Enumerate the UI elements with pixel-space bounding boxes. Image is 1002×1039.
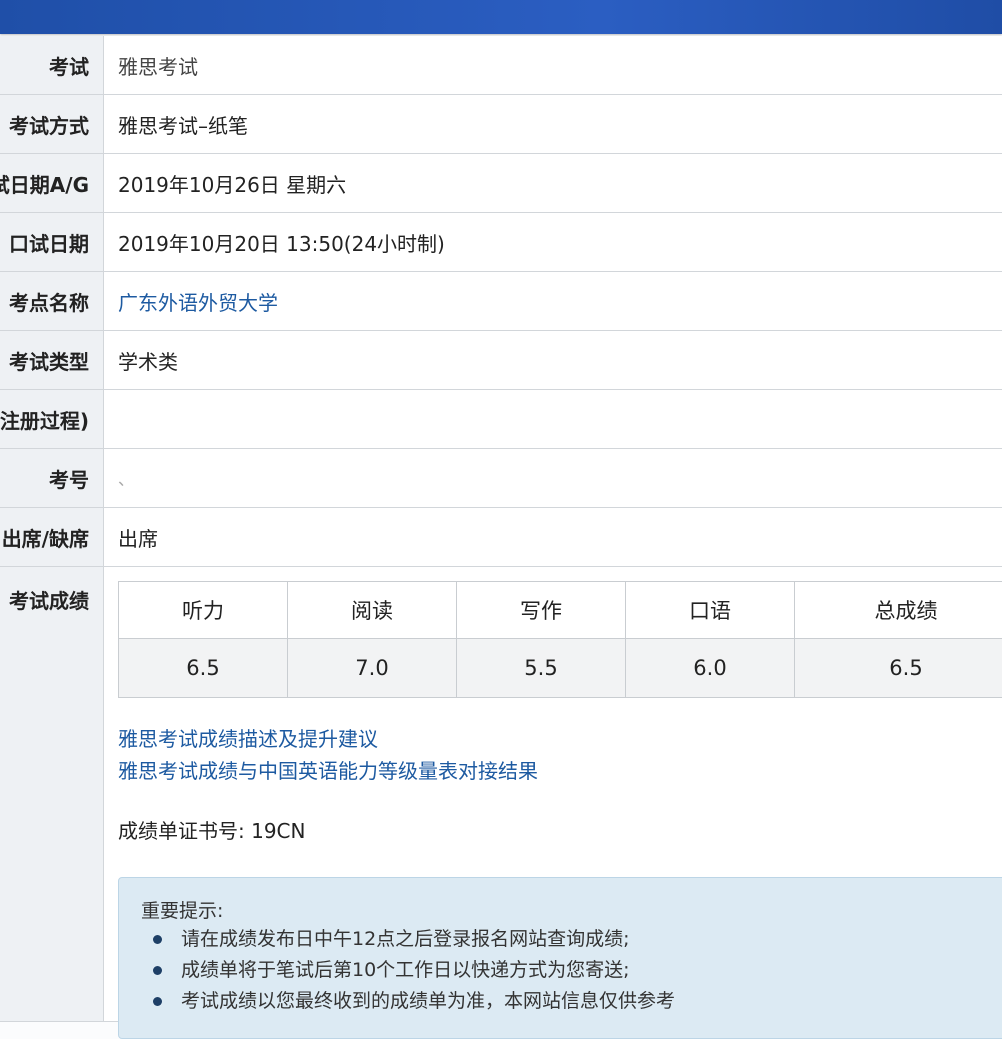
score-header-row: 听力 阅读 写作 口语 总成绩 (119, 582, 1002, 639)
redacted-value (118, 401, 270, 437)
redacted-candidate-number: 、 (118, 466, 134, 490)
notice-title: 重要提示: (141, 896, 223, 923)
score-speaking: 6.0 (626, 639, 795, 698)
score-overall: 6.5 (795, 639, 1002, 698)
important-notice: 重要提示: 请在成绩发布日中午12点之后登录报名网站查询成绩; 成绩单将于笔试后… (118, 877, 1002, 1039)
row-speaking-date: 口试日期 2019年10月20日 13:50(24小时制) (0, 213, 1002, 272)
label-attendance: 出席/缺席 (0, 508, 104, 566)
score-header-speaking: 口语 (626, 582, 795, 639)
row-registration: (注册过程) (0, 390, 1002, 449)
score-reading: 7.0 (288, 639, 457, 698)
row-scores: 考试成绩 听力 阅读 写作 口语 总成绩 6.5 7.0 5.5 6.0 6.5 (0, 567, 1002, 1022)
row-written-date: 笔试日期A/G 2019年10月26日 星期六 (0, 154, 1002, 213)
certificate-number: 成绩单证书号: 19CN (118, 815, 305, 844)
top-header-bar (0, 0, 1002, 34)
row-attendance: 出席/缺席 出席 (0, 508, 1002, 567)
link-cse-alignment[interactable]: 雅思考试成绩与中国英语能力等级量表对接结果 (118, 755, 538, 787)
value-exam-mode: 雅思考试–纸笔 (104, 95, 1002, 153)
score-value-row: 6.5 7.0 5.5 6.0 6.5 (119, 639, 1002, 698)
value-attendance: 出席 (104, 508, 1002, 566)
link-score-description[interactable]: 雅思考试成绩描述及提升建议 (118, 723, 538, 755)
score-header-listening: 听力 (119, 582, 288, 639)
value-candidate-number: 、 (104, 449, 1002, 507)
label-speaking-date: 口试日期 (0, 213, 104, 271)
score-header-reading: 阅读 (288, 582, 457, 639)
score-listening: 6.5 (119, 639, 288, 698)
label-written-date: 笔试日期A/G (0, 154, 104, 212)
row-exam-type: 考试类型 学术类 (0, 331, 1002, 390)
scores-cell: 听力 阅读 写作 口语 总成绩 6.5 7.0 5.5 6.0 6.5 雅思考试… (104, 567, 1002, 1021)
notice-item: 请在成绩发布日中午12点之后登录报名网站查询成绩; (141, 924, 675, 955)
value-speaking-date: 2019年10月20日 13:50(24小时制) (104, 213, 1002, 271)
row-test-center: 考点名称 广东外语外贸大学 (0, 272, 1002, 331)
notice-item: 成绩单将于笔试后第10个工作日以快递方式为您寄送; (141, 955, 675, 986)
label-scores: 考试成绩 (0, 567, 104, 1021)
label-exam: 考试 (0, 36, 104, 94)
label-test-center: 考点名称 (0, 272, 104, 330)
score-writing: 5.5 (457, 639, 626, 698)
row-candidate-number: 考号 、 (0, 449, 1002, 508)
row-exam-mode: 考试方式 雅思考试–纸笔 (0, 95, 1002, 154)
score-header-overall: 总成绩 (795, 582, 1002, 639)
label-exam-mode: 考试方式 (0, 95, 104, 153)
score-links: 雅思考试成绩描述及提升建议 雅思考试成绩与中国英语能力等级量表对接结果 (118, 723, 538, 787)
value-exam-type: 学术类 (104, 331, 1002, 389)
label-candidate-number: 考号 (0, 449, 104, 507)
notice-list: 请在成绩发布日中午12点之后登录报名网站查询成绩; 成绩单将于笔试后第10个工作… (141, 924, 675, 1017)
exam-result-table: 考试 雅思考试 考试方式 雅思考试–纸笔 笔试日期A/G 2019年10月26日… (0, 36, 1002, 1022)
value-test-center-link[interactable]: 广东外语外贸大学 (104, 272, 1002, 330)
value-registration (104, 390, 1002, 448)
value-written-date: 2019年10月26日 星期六 (104, 154, 1002, 212)
label-exam-type: 考试类型 (0, 331, 104, 389)
value-exam: 雅思考试 (104, 36, 1002, 94)
row-exam: 考试 雅思考试 (0, 36, 1002, 95)
score-table: 听力 阅读 写作 口语 总成绩 6.5 7.0 5.5 6.0 6.5 (118, 581, 1002, 698)
label-registration: (注册过程) (0, 390, 104, 448)
score-header-writing: 写作 (457, 582, 626, 639)
